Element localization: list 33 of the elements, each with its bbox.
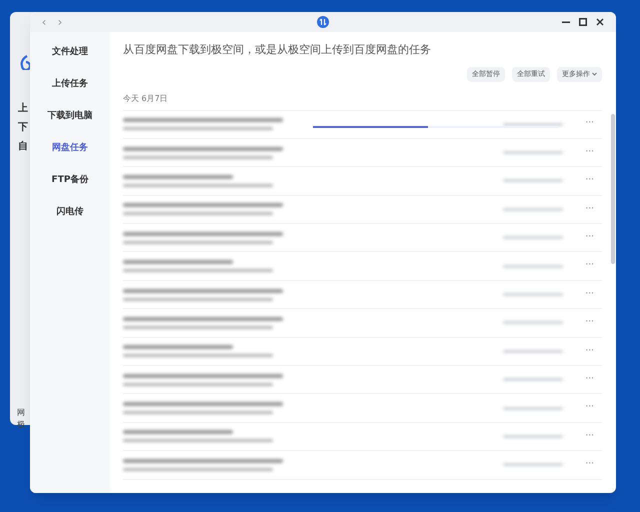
more-button[interactable]: ··· (585, 202, 594, 216)
close-icon[interactable] (596, 18, 604, 26)
menu-item[interactable]: 上 (18, 102, 28, 115)
more-button[interactable]: ··· (585, 259, 594, 273)
more-button[interactable]: ··· (585, 458, 594, 472)
more-button[interactable]: ··· (585, 372, 594, 386)
footer-text: 网 (17, 407, 25, 419)
more-button[interactable]: ··· (585, 174, 594, 188)
date-header: 今天 6月7日 (123, 92, 169, 104)
menu-item[interactable]: 自 (18, 140, 28, 153)
more-button[interactable]: ··· (585, 146, 594, 160)
caret-icon (592, 72, 597, 76)
more-button[interactable]: ··· (585, 430, 594, 444)
more-button[interactable]: ··· (585, 344, 594, 358)
sidebar-item[interactable]: FTP备份 (52, 171, 88, 189)
maximize-icon[interactable] (579, 18, 587, 26)
sidebar-item[interactable]: 下载到电脑 (48, 107, 92, 125)
forward-button[interactable]: › (54, 16, 66, 28)
description-text: 从百度网盘下载到极空间，或是从极空间上传到百度网盘的任务 (123, 42, 432, 58)
more-button[interactable]: ··· (585, 401, 594, 415)
sidebar-item[interactable]: 网盘任务 (52, 139, 88, 157)
more-button[interactable]: ··· (585, 316, 594, 330)
logo-icon (19, 54, 31, 70)
sidebar-item[interactable]: 闪电传 (56, 203, 84, 221)
more-button[interactable]: ··· (585, 231, 594, 244)
more-button[interactable]: ··· (585, 117, 594, 131)
sidebar-item[interactable]: 文件处理 (52, 43, 88, 61)
menu-item[interactable]: 下 (18, 121, 28, 134)
more-button[interactable]: ··· (585, 288, 594, 302)
back-button[interactable]: ‹ (38, 16, 50, 28)
sidebar-item[interactable]: 上传任务 (52, 75, 88, 93)
scrollbar[interactable] (611, 114, 615, 264)
transfer-icon (317, 16, 329, 28)
